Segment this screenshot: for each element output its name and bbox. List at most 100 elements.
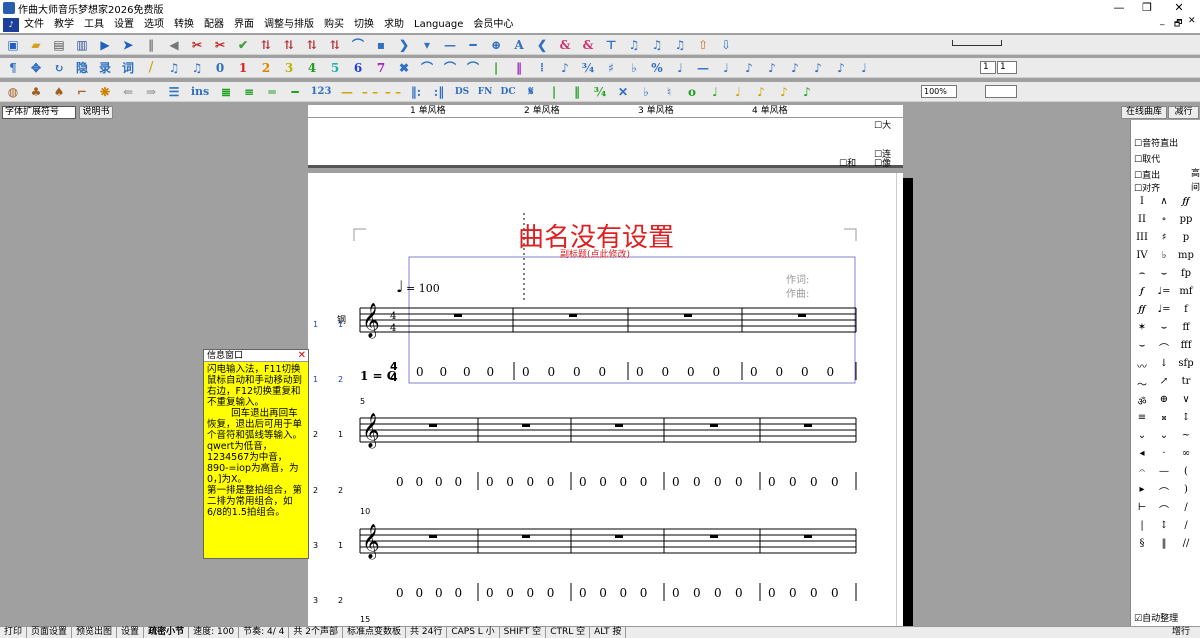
num-7[interactable]: 7 — [371, 59, 391, 77]
move-icon[interactable]: ✥ — [26, 59, 46, 77]
ins-button[interactable]: ins — [187, 83, 213, 101]
mdi-restore[interactable]: 🗗 — [1174, 16, 1182, 32]
symbol-icon[interactable]: ↕ — [1155, 520, 1173, 531]
x-icon[interactable]: ✖ — [394, 59, 414, 77]
close-button[interactable]: ✕ — [1165, 0, 1193, 16]
back-icon[interactable]: ◀ — [164, 36, 184, 54]
symbol-icon[interactable]: IV — [1133, 250, 1151, 261]
lyricist-label[interactable]: 作词: — [786, 271, 809, 286]
symbol-icon[interactable]: ⊕ — [1155, 394, 1173, 405]
repeat-start-icon[interactable]: ‖: — [406, 83, 426, 101]
fn-button[interactable]: FN — [475, 83, 495, 101]
play-icon[interactable]: ▶ — [95, 36, 115, 54]
num-2[interactable]: 2 — [256, 59, 276, 77]
chk-large[interactable]: ☐大 — [874, 118, 891, 131]
spin-a[interactable]: 1 — [980, 61, 996, 74]
percent-icon[interactable]: % — [647, 59, 667, 77]
slur-icon[interactable]: ⌒ — [417, 59, 437, 77]
spin-b[interactable]: 1 — [997, 61, 1017, 74]
info-window-header[interactable]: 信息窗口 ✕ — [204, 350, 308, 362]
symbol-icon[interactable]: ⌒ — [1155, 502, 1173, 517]
mdi-minimize[interactable]: _ — [1160, 16, 1165, 26]
menu-interface[interactable]: 界面 — [229, 16, 259, 33]
note-g2[interactable]: ♩ — [728, 83, 748, 101]
symbol-icon[interactable]: ⌣ — [1133, 340, 1151, 351]
online-library-button[interactable]: 在线曲库 — [1121, 106, 1167, 119]
drum-icon[interactable]: ◍ — [3, 83, 23, 101]
staff3-icon[interactable]: ═ — [262, 83, 282, 101]
symbol-icon[interactable]: ⌣ — [1155, 268, 1173, 279]
chk-align[interactable]: ☐对齐 — [1134, 181, 1160, 194]
symbol-icon[interactable]: ∧ — [1155, 196, 1173, 207]
repeat-end-icon[interactable]: :‖ — [429, 83, 449, 101]
chk-xiang[interactable]: ☐像 — [874, 156, 891, 169]
menu-convert[interactable]: 转换 — [169, 16, 199, 33]
staff2-icon[interactable]: ≡ — [239, 83, 259, 101]
grace-icon[interactable]: ♪ — [555, 59, 575, 77]
status-page-setup[interactable]: 页面设置 — [27, 627, 73, 638]
note-s-icon[interactable]: ♪ — [762, 59, 782, 77]
ampersand-icon[interactable]: & — [555, 36, 575, 54]
note-w-icon[interactable]: ♩ — [854, 59, 874, 77]
symbol-icon[interactable]: ⌄ — [1155, 430, 1173, 441]
symbol-icon[interactable]: fp — [1177, 268, 1195, 279]
symbol-icon[interactable]: ⌢ — [1133, 268, 1151, 279]
symbol-icon[interactable]: mf — [1177, 286, 1195, 297]
symbol-icon[interactable]: III — [1133, 232, 1151, 243]
chart-icon[interactable]: ⇅ — [256, 36, 276, 54]
symbol-icon[interactable]: ↗ — [1155, 376, 1173, 387]
next-icon[interactable]: ❯ — [394, 36, 414, 54]
symbol-icon[interactable]: ♭ — [1155, 250, 1173, 261]
left-arrow-icon[interactable]: ⇐ — [118, 83, 138, 101]
chk-replace[interactable]: ☐取代 — [1134, 152, 1160, 165]
print-icon[interactable]: ▤ — [49, 36, 69, 54]
flower-icon[interactable]: ❋ — [95, 83, 115, 101]
symbol-icon[interactable]: — — [1155, 466, 1173, 477]
menu-orchestrate[interactable]: 配器 — [199, 16, 229, 33]
circle-icon[interactable]: o — [682, 83, 702, 101]
note-q-icon[interactable]: ♩ — [716, 59, 736, 77]
menu-buy[interactable]: 购买 — [319, 16, 349, 33]
dash-b-icon[interactable]: – – — [360, 83, 380, 101]
symbol-icon[interactable]: 𝆑 — [1133, 286, 1151, 297]
rotate-icon[interactable]: ↻ — [49, 59, 69, 77]
symbol-icon[interactable]: ⌄ — [1133, 430, 1151, 441]
font-select[interactable]: 字体扩展符号 — [2, 106, 76, 119]
note-g4[interactable]: ♪ — [774, 83, 794, 101]
symbol-icon[interactable]: ◂ — [1133, 448, 1151, 459]
symbol-icon[interactable]: ▸ — [1133, 484, 1151, 495]
note-u-icon[interactable]: ♪ — [808, 59, 828, 77]
note-g1[interactable]: ♩ — [705, 83, 725, 101]
menu-switch[interactable]: 切换 — [349, 16, 379, 33]
staff-icon[interactable]: ≣ — [216, 83, 236, 101]
composer-label[interactable]: 作曲: — [786, 285, 809, 300]
horn-icon[interactable]: ⌐ — [72, 83, 92, 101]
text-icon[interactable]: ¶ — [3, 59, 23, 77]
n123-button[interactable]: 123 — [308, 83, 334, 101]
symbol-icon[interactable]: · — [1155, 448, 1173, 459]
lyric-icon[interactable]: 词 — [118, 59, 138, 77]
slur2-icon[interactable]: ⌒ — [440, 59, 460, 77]
check-icon[interactable]: ✔ — [233, 36, 253, 54]
symbol-icon[interactable]: ( — [1177, 466, 1195, 477]
line-width-field[interactable] — [985, 85, 1017, 98]
segno-icon[interactable]: 𝄋 — [521, 83, 541, 101]
layout-icon[interactable]: ▥ — [72, 36, 92, 54]
note-g3[interactable]: ♪ — [751, 83, 771, 101]
symbol-icon[interactable]: ↕ — [1177, 412, 1195, 423]
num-6[interactable]: 6 — [348, 59, 368, 77]
symbol-icon[interactable]: ⌒ — [1155, 484, 1173, 499]
guitar-icon[interactable]: ♣ — [26, 83, 46, 101]
symbol-icon[interactable]: / — [1177, 520, 1195, 531]
menu-language[interactable]: Language — [409, 16, 468, 33]
frac-icon[interactable]: ¾ — [590, 83, 610, 101]
symbol-icon[interactable]: f — [1177, 304, 1195, 315]
import-icon[interactable]: ⇩ — [716, 36, 736, 54]
chk-auto-arrange[interactable]: ☑自动整理 — [1134, 611, 1178, 624]
symbol-icon[interactable]: sfp — [1177, 358, 1195, 369]
line-icon[interactable]: — — [440, 36, 460, 54]
save-icon[interactable]: ▣ — [3, 36, 23, 54]
square-icon[interactable]: ▪ — [371, 36, 391, 54]
row-format-select[interactable]: 减行 — [1168, 106, 1199, 119]
symbol-icon[interactable]: ♩= — [1155, 304, 1173, 315]
